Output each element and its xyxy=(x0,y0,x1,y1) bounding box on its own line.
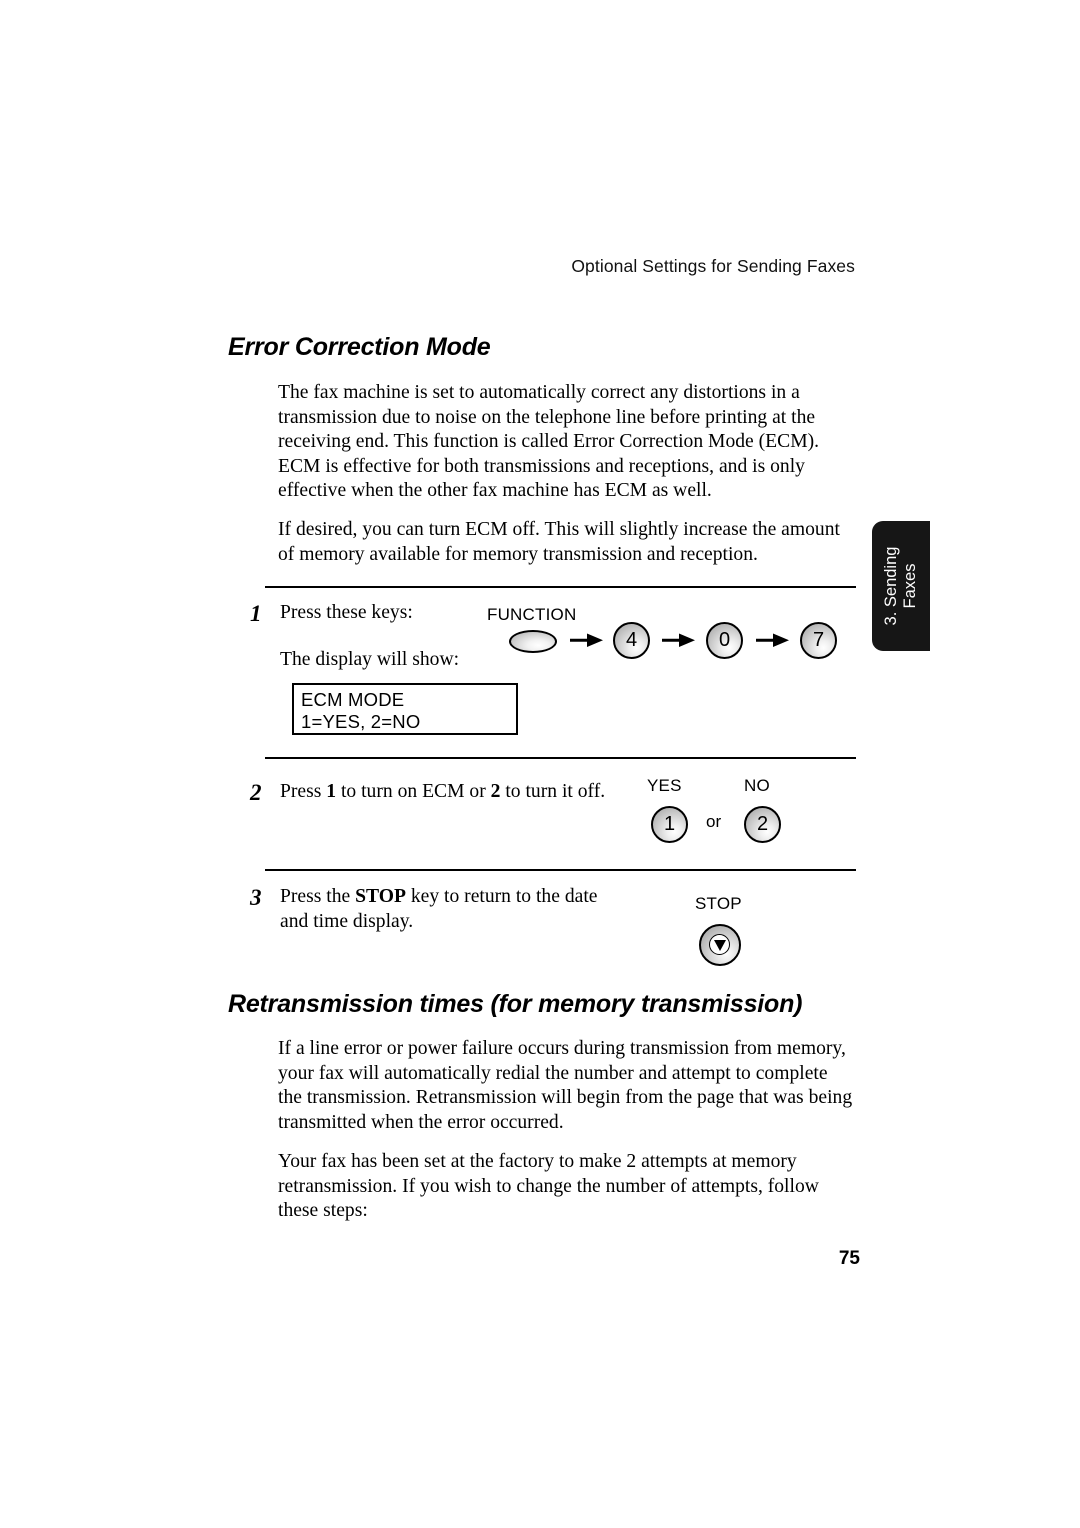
step-2-text-pre: Press xyxy=(280,781,327,802)
side-tab-label: 3. Sending Faxes xyxy=(882,547,920,626)
step-divider-3 xyxy=(265,869,856,871)
stop-key[interactable] xyxy=(699,924,741,966)
section-heading-retransmission-times: Retransmission times (for memory transmi… xyxy=(228,990,803,1018)
lcd-line-1: ECM MODE xyxy=(301,689,405,710)
section-heading-error-correction-mode: Error Correction Mode xyxy=(228,333,491,361)
side-tab-line-2: Faxes xyxy=(901,563,919,609)
function-key-label: FUNCTION xyxy=(487,605,577,624)
step-divider-1 xyxy=(265,586,856,588)
step-3-stop-keyword: STOP xyxy=(355,886,406,907)
triangle-down-icon xyxy=(714,940,726,951)
step-2-key-2: 2 xyxy=(490,781,501,802)
step-2-text-mid: to turn on ECM or xyxy=(336,781,491,802)
step-divider-2 xyxy=(265,757,856,759)
step-2-text-post: to turn it off. xyxy=(500,781,606,802)
digit-key-0[interactable]: 0 xyxy=(706,622,743,659)
step-number-2: 2 xyxy=(250,780,262,805)
arrow-right-icon-2 xyxy=(662,633,695,647)
arrow-right-icon-3 xyxy=(756,633,789,647)
page-number: 75 xyxy=(838,1248,860,1269)
step-3-instruction: Press the STOP key to return to the date… xyxy=(280,885,600,934)
lcd-display: ECM MODE 1=YES, 2=NO xyxy=(292,683,518,735)
paragraph-ecm-memory: If desired, you can turn ECM off. This w… xyxy=(278,519,840,565)
no-key-2[interactable]: 2 xyxy=(744,806,781,843)
arrow-right-icon-1 xyxy=(570,633,603,647)
function-key[interactable] xyxy=(509,630,557,653)
step-number-1: 1 xyxy=(250,601,262,626)
stop-key-label: STOP xyxy=(695,894,742,913)
step-3-text-pre: Press the xyxy=(280,886,356,907)
step-1-instruction: Press these keys: xyxy=(280,602,413,623)
paragraph-retransmission-intro: If a line error or power failure occurs … xyxy=(278,1038,853,1133)
step-number-3: 3 xyxy=(250,885,262,910)
no-key-label: NO xyxy=(744,776,770,795)
paragraph-ecm-intro: The fax machine is set to automatically … xyxy=(278,382,820,502)
or-label: or xyxy=(706,812,722,831)
side-tab-line-1: 3. Sending xyxy=(882,546,900,626)
step-2-instruction: Press 1 to turn on ECM or 2 to turn it o… xyxy=(280,780,630,805)
paragraph-retransmission-factory: Your fax has been set at the factory to … xyxy=(278,1151,819,1222)
yes-key-1[interactable]: 1 xyxy=(651,806,688,843)
lcd-line-2: 1=YES, 2=NO xyxy=(301,711,421,732)
step-2-key-1: 1 xyxy=(326,781,337,802)
digit-key-4[interactable]: 4 xyxy=(613,622,650,659)
digit-key-7[interactable]: 7 xyxy=(800,622,837,659)
step-1-display-note: The display will show: xyxy=(280,649,460,670)
yes-key-label: YES xyxy=(647,776,682,795)
side-tab-sending-faxes: 3. Sending Faxes xyxy=(872,521,930,651)
running-header: Optional Settings for Sending Faxes xyxy=(571,256,855,276)
stop-key-inner-circle xyxy=(709,934,730,955)
manual-page: Optional Settings for Sending Faxes Erro… xyxy=(0,0,1080,1528)
